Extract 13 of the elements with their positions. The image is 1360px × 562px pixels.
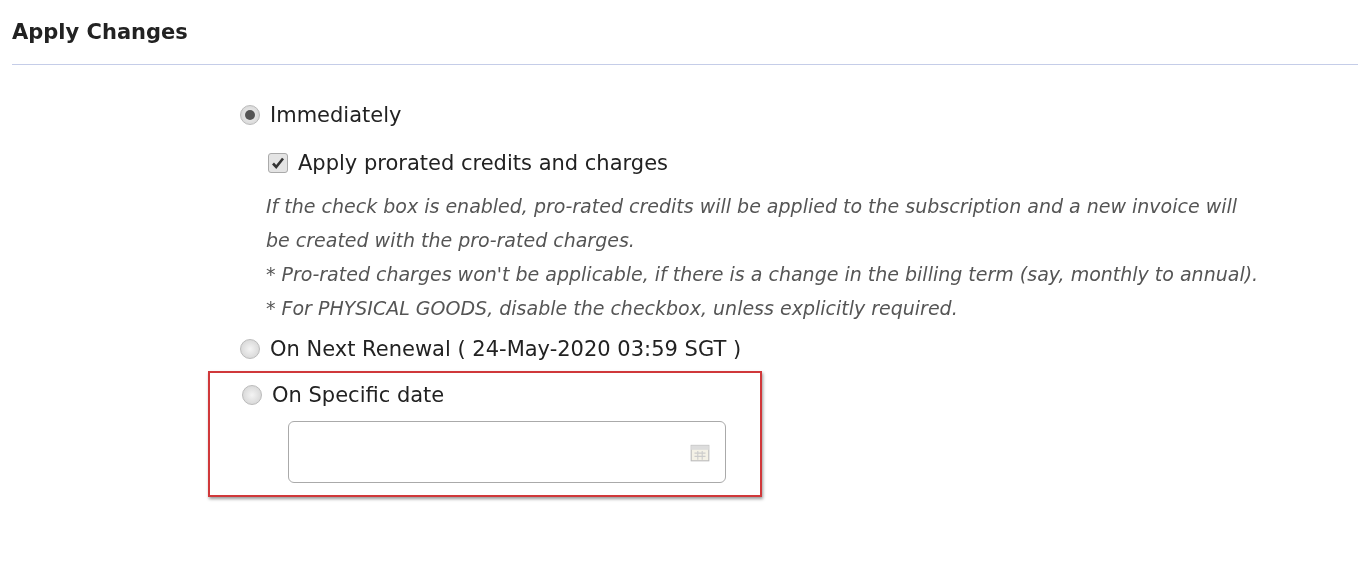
help-text: * For PHYSICAL GOODS, disable the checkbox, unless explicitly required. xyxy=(266,296,959,321)
option-label: Immediately xyxy=(270,103,402,127)
help-text: * Pro-rated charges won't be applicable, if there is a change in the billing term (say, monthly to annual). xyxy=(266,262,1260,287)
checkbox[interactable] xyxy=(268,153,288,173)
radio-button[interactable] xyxy=(240,339,260,359)
section-heading: Apply Changes xyxy=(12,20,1358,65)
radio-button[interactable] xyxy=(242,385,262,405)
option-label: On Specific date xyxy=(272,383,445,407)
date-field[interactable] xyxy=(288,421,726,483)
option-label: On Next Renewal ( 24-May-2020 03:59 SGT ) xyxy=(270,337,742,361)
checkbox-label: Apply prorated credits and charges xyxy=(298,151,668,175)
radio-button[interactable] xyxy=(240,105,260,125)
help-text: If the check box is enabled, pro-rated credits will be applied to the subscription and a new invoice will be created with the pro-rated charges. xyxy=(266,194,1239,253)
